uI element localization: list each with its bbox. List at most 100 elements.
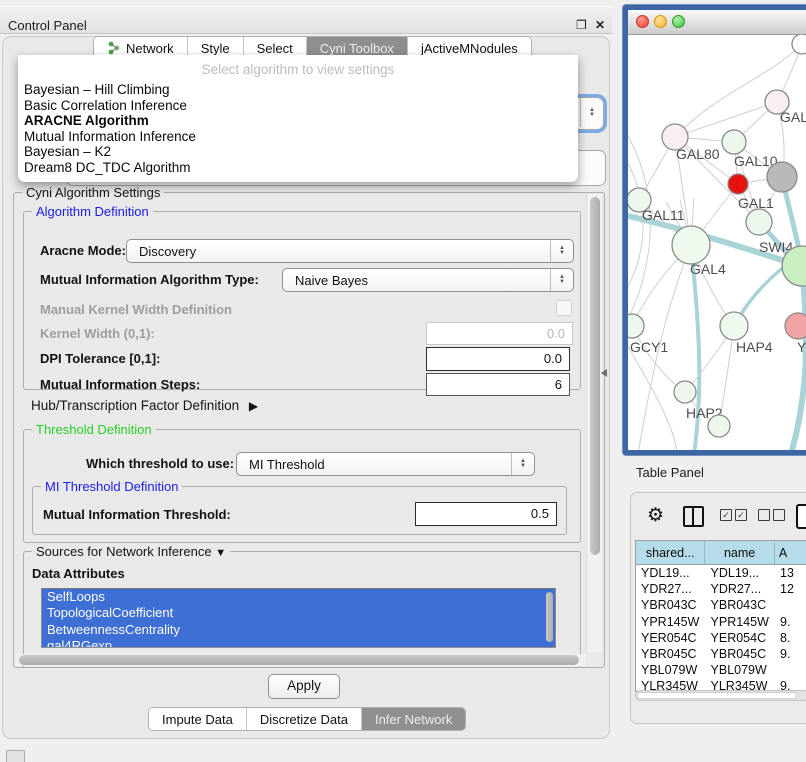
panel-splitter-arrow[interactable] (601, 369, 607, 377)
document-icon[interactable] (796, 504, 806, 529)
control-panel-title: Control Panel (8, 18, 87, 33)
threshold-definition-group: Threshold Definition Which threshold to … (23, 429, 581, 543)
kernel-width-field[interactable]: 0.0 (426, 322, 573, 345)
node-table-body: YDL19...YDL19...13YDR27...YDR27...12YBR0… (636, 565, 806, 692)
minimize-traffic-light[interactable] (654, 15, 667, 28)
network-node-hap4[interactable] (720, 312, 748, 340)
aracne-mode-select[interactable]: Discovery ▲▼ (126, 239, 574, 263)
close-traffic-light[interactable] (636, 15, 649, 28)
node-label-salmon-node: Y (797, 339, 806, 355)
table-row[interactable]: YBR043CYBR043C (636, 597, 806, 613)
table-row[interactable]: YDR27...YDR27...12 (636, 581, 806, 597)
float-window-icon[interactable]: ❐ (576, 19, 587, 31)
dropdown-item[interactable]: Bayesian – K2 (18, 144, 578, 160)
network-window-titlebar[interactable] (628, 10, 806, 35)
column-header-partial[interactable]: A (775, 541, 806, 564)
table-cell: YBR045C (636, 646, 706, 662)
network-edge[interactable] (632, 326, 685, 392)
dpi-tolerance-label: DPI Tolerance [0,1]: (40, 351, 160, 366)
network-edge[interactable] (788, 266, 806, 450)
table-hscrollbar[interactable] (635, 690, 806, 701)
table-row[interactable]: YDL19...YDL19...13 (636, 565, 806, 581)
sources-group-title[interactable]: Sources for Network Inference ▼ (32, 544, 230, 559)
which-threshold-label: Which threshold to use: (86, 456, 234, 471)
checked-pair-icon[interactable]: ✓ ✓ (720, 509, 747, 521)
table-cell: YPR145W (636, 614, 706, 630)
attribute-list-item[interactable]: BetweennessCentrality (42, 622, 555, 638)
table-cell: YBR045C (706, 646, 776, 662)
combo-arrows-icon: ▲▼ (511, 453, 534, 475)
table-row[interactable]: YBR045CYBR045C9. (636, 646, 806, 662)
zoom-traffic-light[interactable] (672, 15, 685, 28)
network-node-gray-node[interactable] (767, 162, 797, 192)
attribute-list-item[interactable]: SelfLoops (42, 589, 555, 605)
mi-steps-label: Mutual Information Steps: (40, 377, 200, 392)
mi-type-label: Mutual Information Algorithm Type: (40, 272, 259, 287)
network-node-top-partial[interactable] (792, 34, 806, 54)
table-cell: YDR27... (706, 581, 776, 597)
tab-discretize-data[interactable]: Discretize Data (247, 708, 362, 730)
attribute-list-item[interactable]: TopologicalCoefficient (42, 605, 555, 621)
mi-type-select[interactable]: Naive Bayes ▲▼ (282, 268, 574, 292)
data-attributes-list[interactable]: SelfLoopsTopologicalCoefficientBetweenne… (41, 588, 556, 648)
node-label-gal7: GAL (780, 109, 806, 125)
column-header-shared-name[interactable]: shared... (636, 541, 705, 564)
settings-vscrollbar-thumb[interactable] (590, 197, 600, 555)
mi-threshold-label: Mutual Information Threshold: (43, 507, 231, 522)
close-icon[interactable]: ✕ (595, 19, 605, 31)
mi-threshold-field[interactable]: 0.5 (415, 502, 557, 526)
attribute-list-item[interactable]: gal4RGexp (42, 638, 555, 648)
network-node-red-node[interactable] (728, 174, 748, 194)
network-node-gcy1[interactable] (628, 314, 644, 338)
node-table-header: shared... name A (636, 541, 806, 565)
network-node-bottom-partial[interactable] (708, 415, 730, 437)
manual-kernel-checkbox[interactable] (556, 300, 572, 316)
network-node-gal1[interactable] (746, 209, 772, 235)
list-scrollbar-thumb[interactable] (546, 592, 553, 642)
dropdown-item[interactable]: Bayesian – Hill Climbing (18, 82, 578, 98)
node-label-gal11: GAL11 (642, 207, 685, 223)
network-edge[interactable] (628, 126, 650, 334)
aracne-mode-label: Aracne Mode: (40, 243, 126, 258)
network-node-hap2[interactable] (674, 381, 696, 403)
node-label-gal1: GAL1 (738, 195, 774, 211)
apply-button[interactable]: Apply (268, 674, 340, 699)
unchecked-pair-icon[interactable] (758, 509, 785, 521)
docked-panel-icon[interactable] (6, 750, 25, 762)
network-node-gal10[interactable] (722, 130, 746, 154)
node-label-gal4: GAL4 (690, 261, 726, 277)
mi-steps-field[interactable]: 6 (426, 373, 570, 396)
settings-hscrollbar-thumb[interactable] (19, 655, 579, 665)
network-edge[interactable] (628, 154, 643, 296)
which-threshold-select[interactable]: MI Threshold ▲▼ (236, 452, 535, 476)
dropdown-placeholder: Select algorithm to view settings (18, 59, 578, 82)
table-cell: YER054C (706, 630, 776, 646)
combo-arrows-icon: ▲▼ (550, 269, 573, 291)
dropdown-item[interactable]: Mutual Information Inference (18, 129, 578, 145)
table-row[interactable]: YPR145WYPR145W9. (636, 614, 806, 630)
network-node-gal4[interactable] (672, 226, 710, 264)
cyni-algorithm-settings-group: Cyni Algorithm Settings Algorithm Defini… (13, 192, 605, 668)
settings-vscrollbar[interactable] (586, 194, 602, 652)
gear-icon[interactable]: ⚙ (647, 506, 664, 525)
dpi-tolerance-field[interactable]: 0.0 (426, 347, 570, 371)
control-panel-titlebar: Control Panel ❐ ✕ (0, 6, 612, 34)
table-hscrollbar-thumb[interactable] (637, 692, 797, 699)
columns-icon[interactable] (683, 506, 704, 527)
network-edge[interactable] (675, 102, 777, 137)
settings-hscrollbar[interactable] (16, 654, 586, 666)
node-label-gcy1: GCY1 (630, 339, 668, 355)
network-canvas[interactable]: GALGAL80GAL10GAL1GAL11SWI4GAL4GCY1HAP4YH… (628, 34, 806, 450)
table-row[interactable]: YER054CYER054C8. (636, 630, 806, 646)
tab-infer-network[interactable]: Infer Network (362, 708, 465, 730)
table-row[interactable]: YBL079WYBL079W (636, 662, 806, 678)
hub-definition-toggle[interactable]: Hub/Transcription Factor Definition ▶ (31, 398, 258, 413)
dropdown-item[interactable]: Basic Correlation Inference (18, 98, 578, 114)
table-panel: ⚙ ✓ ✓ shared... name A YDL19...YDL19...1… (630, 492, 806, 724)
network-node-salmon-node[interactable] (785, 313, 806, 339)
tab-impute-data[interactable]: Impute Data (149, 708, 247, 730)
table-cell: 9. (775, 646, 806, 662)
column-header-name[interactable]: name (705, 541, 774, 564)
dropdown-item[interactable]: ARACNE Algorithm (18, 113, 578, 129)
dropdown-item[interactable]: Dream8 DC_TDC Algorithm (18, 160, 578, 176)
